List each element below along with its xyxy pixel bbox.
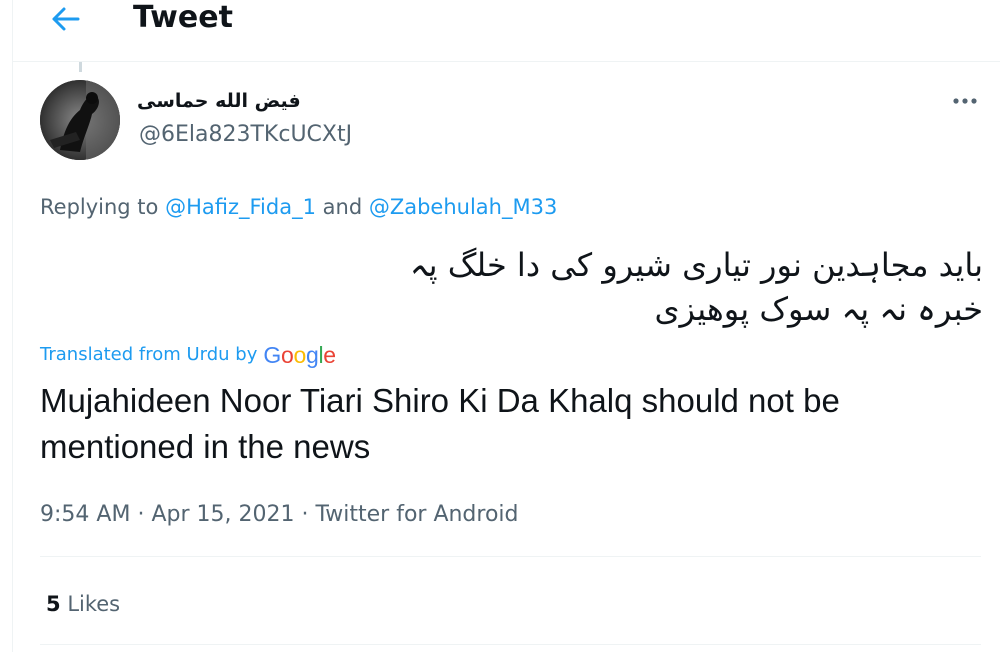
tweet-meta: 9:54 AM · Apr 15, 2021 · Twitter for And…	[40, 500, 519, 530]
likes-label: Likes	[67, 592, 121, 616]
replying-prefix: Replying to	[40, 195, 159, 219]
tweet-time[interactable]: 9:54 AM	[40, 502, 130, 527]
replying-joiner: and	[322, 195, 363, 219]
arrow-left-icon	[52, 7, 80, 31]
avatar-photo	[40, 80, 120, 160]
tweet-translation: Mujahideen Noor Tiari Shiro Ki Da Khalq …	[40, 382, 840, 465]
likes-count-link[interactable]: 5 Likes	[46, 590, 120, 618]
translated-by-notice[interactable]: Translated from Urdu by Google	[40, 341, 336, 369]
tweet-detail-page: Tweet فیض الله حماسی @6Ela823TKcUCXtJ Re…	[12, 0, 1000, 652]
divider	[40, 644, 981, 645]
replying-to-line: Replying to @Hafiz_Fida_1 and @Zabehulah…	[40, 193, 557, 221]
more-options-button[interactable]	[949, 88, 981, 114]
likes-count: 5	[46, 592, 61, 616]
author-display-name[interactable]: فیض الله حماسی	[137, 88, 301, 114]
reply-mention-link[interactable]: @Zabehulah_M33	[369, 195, 557, 219]
tweet-date[interactable]: Apr 15, 2021	[151, 502, 294, 527]
translated-label: Translated from Urdu by	[40, 344, 258, 365]
back-button[interactable]	[47, 2, 83, 36]
tweet-source[interactable]: Twitter for Android	[315, 502, 518, 527]
avatar[interactable]	[40, 80, 120, 160]
thread-connector-line	[79, 62, 82, 72]
author-handle[interactable]: @6Ela823TKcUCXtJ	[139, 121, 352, 149]
page-header: Tweet	[13, 0, 1000, 62]
tweet-text: باید مجاہدین نور تیاری شیرو کی دا خلگ پہ…	[409, 246, 983, 328]
divider	[40, 556, 981, 557]
page-title: Tweet	[133, 0, 233, 35]
google-logo: Google	[263, 342, 336, 368]
more-horizontal-icon	[953, 98, 977, 104]
meta-separator: ·	[137, 502, 145, 527]
reply-mention-link[interactable]: @Hafiz_Fida_1	[165, 195, 316, 219]
meta-separator: ·	[301, 502, 309, 527]
